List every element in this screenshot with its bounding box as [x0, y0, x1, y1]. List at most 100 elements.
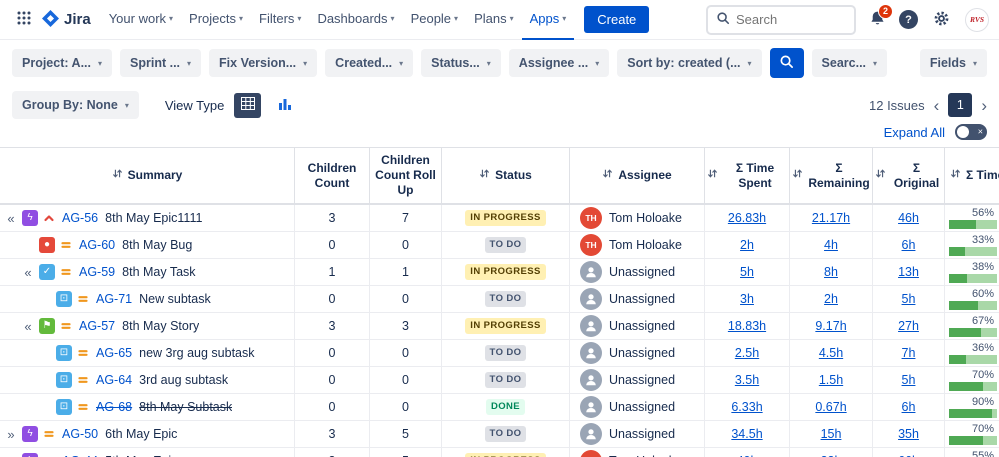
time-spent-link[interactable]: 34.5h — [731, 427, 762, 441]
filter-chip[interactable]: Sort by: created (... ▾ — [617, 49, 761, 77]
pagination-next-icon[interactable]: › — [981, 97, 987, 114]
pagination-prev-icon[interactable]: ‹ — [934, 97, 940, 114]
expand-toggle[interactable]: « — [4, 211, 18, 226]
time-spent-link[interactable]: 26.83h — [728, 211, 766, 225]
time-remaining-link[interactable]: 0.67h — [815, 400, 846, 414]
filter-chip[interactable]: Status... ▾ — [421, 49, 501, 77]
jira-home-link[interactable]: Jira — [40, 10, 99, 30]
issue-key-link[interactable]: AG-64 — [96, 373, 132, 387]
settings-button[interactable] — [931, 8, 952, 32]
filter-search-button[interactable] — [770, 48, 804, 78]
create-button[interactable]: Create — [584, 6, 649, 33]
header-time-remaining[interactable]: Σ Remaining — [790, 148, 873, 203]
time-original-link[interactable]: 27h — [898, 319, 919, 333]
filter-chip[interactable]: Sprint ... ▾ — [120, 49, 201, 77]
time-remaining-link[interactable]: 8h — [824, 265, 838, 279]
nav-item-dashboards[interactable]: Dashboards ▾ — [309, 0, 402, 40]
header-time-original[interactable]: Σ Original — [873, 148, 945, 203]
nav-item-projects[interactable]: Projects ▾ — [181, 0, 251, 40]
summary-cell: ⊡ AG-71 New subtask — [0, 286, 295, 312]
table-row[interactable]: ⊡ AG-71 New subtask 0 0 TO DO Unassigned… — [0, 286, 999, 313]
header-time-spent[interactable]: Σ Time Spent — [705, 148, 790, 203]
progress-fill — [949, 247, 965, 256]
time-remaining-link[interactable]: 9.17h — [815, 319, 846, 333]
expand-toggle[interactable]: » — [4, 454, 18, 457]
progress-percent: 70% — [949, 423, 997, 435]
fields-dropdown[interactable]: Fields ▾ — [920, 49, 987, 77]
table-row[interactable]: » ϟ AG-50 6th May Epic 3 5 TO DO Unassig… — [0, 421, 999, 448]
time-original-link[interactable]: 6h — [902, 238, 916, 252]
notifications-button[interactable]: 2 — [869, 10, 886, 30]
time-original-link[interactable]: 6h — [902, 400, 916, 414]
time-original-link[interactable]: 13h — [898, 265, 919, 279]
issue-key-link[interactable]: AG-60 — [79, 238, 115, 252]
time-original-link[interactable]: 5h — [902, 373, 916, 387]
table-row[interactable]: « ✓ AG-59 8th May Task 1 1 IN PROGRESS U… — [0, 259, 999, 286]
header-time-percent[interactable]: Σ Time — [945, 148, 999, 203]
table-row[interactable]: ⊡ AG-65 new 3rg aug subtask 0 0 TO DO Un… — [0, 340, 999, 367]
time-original-link[interactable]: 7h — [902, 346, 916, 360]
header-children-count-rollup[interactable]: Children Count Roll Up — [370, 148, 442, 203]
issue-key-link[interactable]: AG-65 — [96, 346, 132, 360]
group-by-dropdown[interactable]: Group By: None ▾ — [12, 91, 139, 119]
time-spent-link[interactable]: 3h — [740, 292, 754, 306]
table-row[interactable]: « ϟ AG-56 8th May Epic1111 3 7 IN PROGRE… — [0, 205, 999, 232]
filter-chip[interactable]: Created... ▾ — [325, 49, 413, 77]
help-button[interactable]: ? — [899, 10, 918, 29]
time-remaining-link[interactable]: 4h — [824, 238, 838, 252]
header-status[interactable]: Status — [442, 148, 570, 203]
expand-all-link[interactable]: Expand All — [884, 125, 945, 140]
header-assignee[interactable]: Assignee — [570, 148, 705, 203]
view-type-table-button[interactable] — [234, 93, 261, 118]
expand-toggle[interactable]: « — [21, 265, 35, 280]
filter-chip[interactable]: Project: A... ▾ — [12, 49, 112, 77]
time-original-link[interactable]: 46h — [898, 211, 919, 225]
filter-chip[interactable]: Fix Version... ▾ — [209, 49, 317, 77]
top-search-box[interactable] — [706, 5, 856, 35]
table-row[interactable]: ● AG-60 8th May Bug 0 0 TO DO TH Tom Hol… — [0, 232, 999, 259]
nav-item-filters[interactable]: Filters ▾ — [251, 0, 309, 40]
issue-key-link[interactable]: AG-71 — [96, 292, 132, 306]
pagination-page-1[interactable]: 1 — [948, 93, 972, 117]
header-summary[interactable]: Summary — [0, 148, 295, 203]
time-remaining-link[interactable]: 15h — [821, 427, 842, 441]
time-original-link[interactable]: 35h — [898, 427, 919, 441]
table-row[interactable]: ⊡ AG-64 3rd aug subtask 0 0 TO DO Unassi… — [0, 367, 999, 394]
issue-key-link[interactable]: AG-50 — [62, 427, 98, 441]
table-row[interactable]: « ⚑ AG-57 8th May Story 3 3 IN PROGRESS … — [0, 313, 999, 340]
filter-chip[interactable]: Assignee ... ▾ — [509, 49, 610, 77]
progress-bar — [949, 328, 997, 337]
issue-key-link[interactable]: AG-68 — [96, 400, 132, 414]
table-row[interactable]: ⊡ AG-68 8th May Subtask 0 0 DONE Unassig… — [0, 394, 999, 421]
expand-toggle-switch[interactable]: × — [955, 124, 987, 140]
issue-key-link[interactable]: AG-56 — [62, 211, 98, 225]
time-spent-link[interactable]: 2.5h — [735, 346, 759, 360]
time-spent-link[interactable]: 3.5h — [735, 373, 759, 387]
table-header-row: Summary Children Count Children Count Ro… — [0, 148, 999, 205]
table-row[interactable]: » ϟ AG-44 5th May Epic 3 5 IN PROGRESS T… — [0, 448, 999, 457]
time-remaining-link[interactable]: 2h — [824, 292, 838, 306]
search-input[interactable] — [736, 12, 836, 27]
time-remaining-link[interactable]: 4.5h — [819, 346, 843, 360]
children-count: 0 — [295, 232, 370, 258]
expand-toggle[interactable]: » — [4, 427, 18, 442]
time-remaining-link[interactable]: 21.17h — [812, 211, 850, 225]
search-filter-chip[interactable]: Searc... ▾ — [812, 49, 888, 77]
nav-item-apps[interactable]: Apps ▾ — [522, 0, 575, 40]
time-remaining-link[interactable]: 1.5h — [819, 373, 843, 387]
nav-item-plans[interactable]: Plans ▾ — [466, 0, 522, 40]
app-switcher-button[interactable] — [10, 4, 38, 35]
expand-toggle[interactable]: « — [21, 319, 35, 334]
time-spent-link[interactable]: 2h — [740, 238, 754, 252]
issue-key-link[interactable]: AG-57 — [79, 319, 115, 333]
nav-item-your-work[interactable]: Your work ▾ — [101, 0, 181, 40]
view-type-chart-button[interactable] — [271, 93, 298, 118]
time-spent-link[interactable]: 18.83h — [728, 319, 766, 333]
time-original-link[interactable]: 5h — [902, 292, 916, 306]
time-spent-link[interactable]: 6.33h — [731, 400, 762, 414]
nav-item-people[interactable]: People ▾ — [403, 0, 467, 40]
time-spent-link[interactable]: 5h — [740, 265, 754, 279]
issue-key-link[interactable]: AG-59 — [79, 265, 115, 279]
header-children-count[interactable]: Children Count — [295, 148, 370, 203]
user-avatar[interactable]: RVS — [965, 8, 989, 32]
